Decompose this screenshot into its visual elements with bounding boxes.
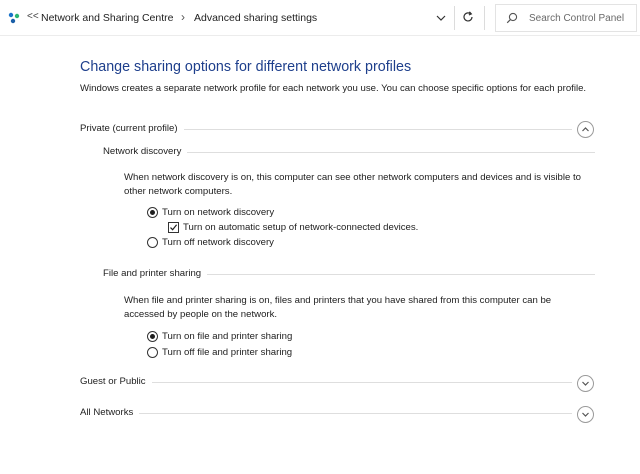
expand-all-networks-button[interactable] <box>577 406 594 423</box>
profile-header-private[interactable]: Private (current profile) <box>80 123 184 134</box>
profile-header-guest-public[interactable]: Guest or Public <box>80 376 152 387</box>
profile-divider <box>80 382 572 383</box>
breadcrumb-network-sharing-centre[interactable]: Network and Sharing Centre <box>41 12 174 24</box>
chevron-up-icon <box>582 127 589 132</box>
network-discovery-description: When network discovery is on, this compu… <box>124 172 581 197</box>
radio-turn-on-file-printer-sharing[interactable]: Turn on file and printer sharing <box>147 331 292 342</box>
breadcrumb-advanced-sharing-settings[interactable]: Advanced sharing settings <box>194 12 317 24</box>
radio-button[interactable] <box>147 237 158 248</box>
page-title: Change sharing options for different net… <box>80 59 412 75</box>
radio-button-selected[interactable] <box>147 331 158 342</box>
radio-button-selected[interactable] <box>147 207 158 218</box>
chevron-down-icon <box>582 412 589 417</box>
file-printer-sharing-description: When file and printer sharing is on, fil… <box>124 295 552 320</box>
radio-turn-off-file-printer-sharing[interactable]: Turn off file and printer sharing <box>147 347 292 358</box>
radio-turn-off-network-discovery[interactable]: Turn off network discovery <box>147 237 274 248</box>
checkbox-checked[interactable] <box>168 222 179 233</box>
option-label: Turn on network discovery <box>162 207 275 218</box>
network-center-icon <box>8 12 20 24</box>
refresh-icon[interactable] <box>460 9 476 25</box>
option-label: Turn off file and printer sharing <box>162 347 293 358</box>
search-icon <box>506 12 518 24</box>
expand-guest-public-button[interactable] <box>577 375 594 392</box>
chevron-down-icon <box>582 381 589 386</box>
option-label: Turn on automatic setup of network-conne… <box>183 222 419 233</box>
profile-divider <box>80 413 572 414</box>
toolbar-divider <box>484 6 485 30</box>
section-title-network-discovery: Network discovery <box>103 146 188 157</box>
option-label: Turn off network discovery <box>162 237 274 248</box>
search-input[interactable] <box>529 11 633 26</box>
checkbox-automatic-setup[interactable]: Turn on automatic setup of network-conne… <box>168 222 418 233</box>
section-title-file-printer-sharing: File and printer sharing <box>103 268 208 279</box>
back-history-button[interactable]: << <box>27 11 39 22</box>
checkmark-icon <box>170 224 178 231</box>
page-intro: Windows creates a separate network profi… <box>80 83 587 94</box>
toolbar-divider <box>454 6 455 30</box>
address-bar: << Network and Sharing Centre › Advanced… <box>0 0 640 36</box>
option-label: Turn on file and printer sharing <box>162 331 293 342</box>
collapse-private-button[interactable] <box>577 121 594 138</box>
radio-turn-on-network-discovery[interactable]: Turn on network discovery <box>147 207 274 218</box>
search-box[interactable] <box>495 4 637 32</box>
breadcrumb-separator[interactable]: › <box>181 10 185 24</box>
radio-button[interactable] <box>147 347 158 358</box>
chevron-down-icon[interactable] <box>434 11 448 25</box>
profile-header-all-networks[interactable]: All Networks <box>80 407 140 418</box>
